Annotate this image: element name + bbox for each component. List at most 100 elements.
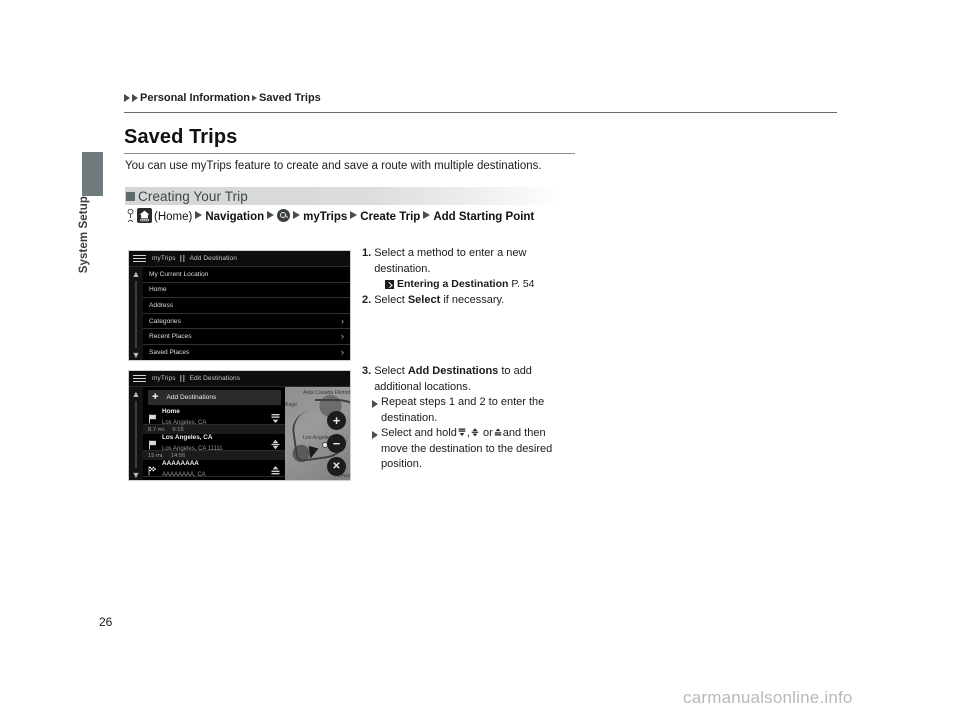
path-arrow-icon [293, 211, 301, 219]
step-1: 1. Select a method to enter a new destin… [362, 246, 567, 277]
nav-header-bar: myTrips Edit Destinations [129, 371, 350, 387]
intro-paragraph: You can use myTrips feature to create an… [125, 160, 542, 172]
map-expand-button[interactable]: ✕ [327, 457, 346, 476]
section-marker-icon [126, 191, 135, 201]
path-arrow-icon [267, 211, 275, 219]
step-number: 1. [362, 247, 372, 259]
nav-crumb-edit-destinations: Edit Destinations [189, 375, 241, 382]
list-item[interactable]: Address [143, 298, 350, 314]
chevron-right-icon: › [341, 331, 344, 342]
nav-crumb-mytrips: myTrips [152, 375, 176, 382]
destination-address: Los Angeles, CA 11111 [162, 445, 223, 452]
search-icon[interactable] [277, 209, 291, 222]
step-2-tail: if necessary. [443, 293, 505, 306]
device-screenshot-add-destination: myTrips Add Destination ▲ ▼ My Current L… [128, 250, 351, 361]
path-item-create-trip[interactable]: Create Trip [360, 211, 420, 223]
path-arrow-icon [350, 211, 358, 219]
destination-row[interactable]: Home Los Angeles, CA [143, 408, 285, 426]
reorder-down-handle-icon[interactable] [271, 411, 280, 423]
step-2-target[interactable]: Select [408, 294, 440, 306]
route-map[interactable]: Anta Canada Flintridge illage Los Angele… [285, 387, 350, 480]
breadcrumb-arrow-icon [132, 94, 138, 102]
list-item[interactable]: Recent Places › [143, 329, 350, 345]
header-divider [124, 112, 837, 113]
bullet-text: Select and hold, or and then move the des… [381, 426, 567, 473]
bullet-2-lead: Select and hold [381, 427, 457, 439]
watermark: carmanualsonline.info [683, 688, 853, 707]
list-item[interactable]: Saved Places › [143, 345, 350, 360]
breadcrumb-arrow-icon [124, 94, 130, 102]
scroll-track[interactable] [135, 401, 137, 468]
list-item-label: Recent Places [149, 333, 192, 341]
menu-icon[interactable] [133, 374, 146, 383]
scroll-down-icon[interactable]: ▼ [132, 470, 141, 480]
scroll-down-icon[interactable]: ▼ [132, 350, 141, 360]
list-item-label: Categories [149, 317, 181, 325]
destination-address: Los Angeles, CA [162, 419, 207, 426]
bullet-2-comma: , [466, 427, 470, 439]
procedure-path: (Home) Navigation myTrips Create Trip Add St… [126, 208, 566, 225]
bullet-2-or: or [482, 427, 493, 439]
chevron-right-icon: › [341, 346, 344, 357]
breadcrumb-item-saved-trips: Saved Trips [259, 92, 321, 104]
reorder-up-handle-icon [494, 427, 502, 436]
list-item-label: My Current Location [149, 270, 209, 278]
list-scrollbar[interactable]: ▲ ▼ [129, 387, 143, 480]
reference-title: Entering a Destination [397, 278, 509, 290]
add-destinations-button[interactable]: + Add Destinations [148, 390, 281, 405]
map-zoom-out-button[interactable]: − [327, 434, 346, 453]
step-number: 2. [362, 293, 372, 306]
destination-name: AAAAAAAA [162, 459, 199, 467]
add-destinations-label: Add Destinations [166, 394, 217, 401]
device-screenshot-edit-destinations: myTrips Edit Destinations ▲ ▼ + Add Dest… [128, 370, 351, 481]
scroll-track[interactable] [135, 281, 137, 348]
reorder-updown-handle-icon[interactable] [271, 437, 280, 449]
step-3-bullet-2: Select and hold, or and then move the des… [372, 426, 567, 473]
list-item[interactable]: Home [143, 283, 350, 299]
destination-list-pane: + Add Destinations Home Los Angeles, CA [143, 387, 285, 480]
plus-icon: + [152, 391, 159, 403]
list-item[interactable]: Categories › [143, 314, 350, 330]
menu-icon[interactable] [133, 254, 146, 263]
scroll-up-icon[interactable]: ▲ [132, 269, 141, 279]
step-3-target[interactable]: Add Destinations [408, 365, 498, 377]
scroll-up-icon[interactable]: ▲ [132, 389, 141, 399]
title-divider [124, 153, 575, 154]
list-item-label: Saved Places [149, 348, 190, 356]
steps-group-1: 1. Select a method to enter a new destin… [362, 246, 567, 308]
nav-crumb-separator-icon [179, 375, 186, 382]
page-title: Saved Trips [124, 126, 238, 148]
home-button-icon[interactable] [137, 208, 152, 223]
list-item[interactable]: My Current Location [143, 267, 350, 283]
destination-name: Los Angeles, CA [162, 433, 213, 441]
map-label: illage [285, 402, 298, 408]
map-zoom-in-button[interactable]: + [327, 411, 346, 430]
destination-row[interactable]: AAAAAAAA AAAAAAAA, CA [143, 459, 285, 478]
destination-row[interactable]: Los Angeles, CA Los Angeles, CA 11111 [143, 433, 285, 452]
map-label: Anta Canada Flintridge [303, 390, 350, 396]
nav-crumb-add-destination: Add Destination [189, 255, 237, 262]
reference-page: P. 54 [511, 278, 535, 290]
reorder-up-handle-icon[interactable] [271, 463, 280, 474]
cross-reference[interactable]: Entering a Destination P. 54 [385, 277, 567, 293]
nav-crumb-mytrips: myTrips [152, 255, 176, 262]
nav-header-bar: myTrips Add Destination [129, 251, 350, 267]
path-item-add-starting-point[interactable]: Add Starting Point [433, 211, 534, 223]
edit-destinations-body: ▲ ▼ + Add Destinations Home Los Angeles,… [129, 387, 350, 480]
path-item-mytrips[interactable]: myTrips [303, 211, 347, 223]
list-scrollbar[interactable]: ▲ ▼ [129, 267, 143, 360]
step-3-bullet-1: Repeat steps 1 and 2 to enter the destin… [372, 395, 567, 426]
sidebar-section-label: System Setup [78, 196, 108, 316]
step-2-verb: Select [374, 293, 405, 306]
path-item-navigation[interactable]: Navigation [205, 211, 264, 223]
flag-icon [148, 411, 157, 424]
breadcrumb-item-personal-information: Personal Information [140, 92, 251, 104]
step-text: Select Select if necessary. [374, 293, 567, 309]
sidebar-section-label-text: System Setup [78, 196, 90, 274]
section-heading: Creating Your Trip [125, 187, 562, 205]
bullet-arrow-icon [372, 431, 378, 439]
reorder-updown-handle-icon [471, 427, 479, 437]
edit-split-panes: + Add Destinations Home Los Angeles, CA [143, 387, 350, 480]
nav-list-body: ▲ ▼ My Current Location Home Address Cat… [129, 267, 350, 360]
home-label: (Home) [154, 211, 193, 223]
